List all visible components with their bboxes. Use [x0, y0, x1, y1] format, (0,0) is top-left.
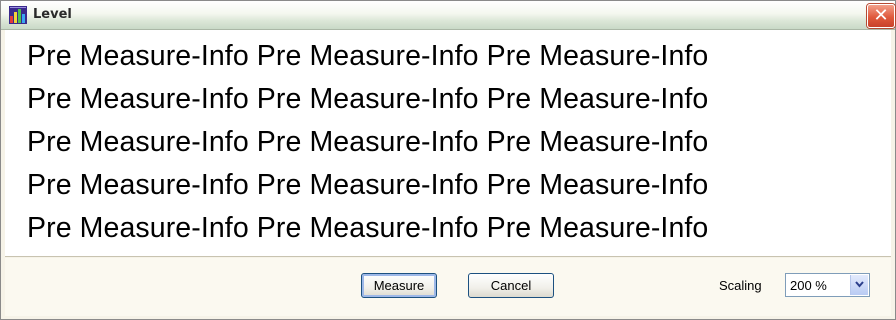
measure-info-line: Pre Measure-Info Pre Measure-Info Pre Me… — [27, 169, 709, 201]
button-bar: Measure Cancel Scaling 200 % — [5, 258, 891, 316]
scaling-value: 200 % — [790, 278, 827, 293]
chevron-down-icon — [855, 281, 864, 288]
dropdown-button[interactable] — [850, 275, 868, 295]
title-bar[interactable]: Level ✕ — [1, 1, 895, 30]
measure-info-panel: Pre Measure-Info Pre Measure-Info Pre Me… — [5, 30, 891, 257]
level-window: Level ✕ Pre Measure-Info Pre Measure-Inf… — [0, 0, 896, 320]
measure-info-line: Pre Measure-Info Pre Measure-Info Pre Me… — [27, 212, 709, 244]
measure-button[interactable]: Measure — [361, 273, 437, 298]
cancel-button[interactable]: Cancel — [468, 273, 554, 298]
measure-info-line: Pre Measure-Info Pre Measure-Info Pre Me… — [27, 83, 709, 115]
window-title: Level — [33, 7, 72, 22]
measure-info-line: Pre Measure-Info Pre Measure-Info Pre Me… — [27, 40, 709, 72]
level-app-icon — [9, 6, 27, 24]
scaling-select[interactable]: 200 % — [785, 273, 870, 297]
measure-info-line: Pre Measure-Info Pre Measure-Info Pre Me… — [27, 126, 709, 158]
scaling-label: Scaling — [719, 278, 762, 293]
close-button[interactable]: ✕ — [867, 4, 895, 28]
